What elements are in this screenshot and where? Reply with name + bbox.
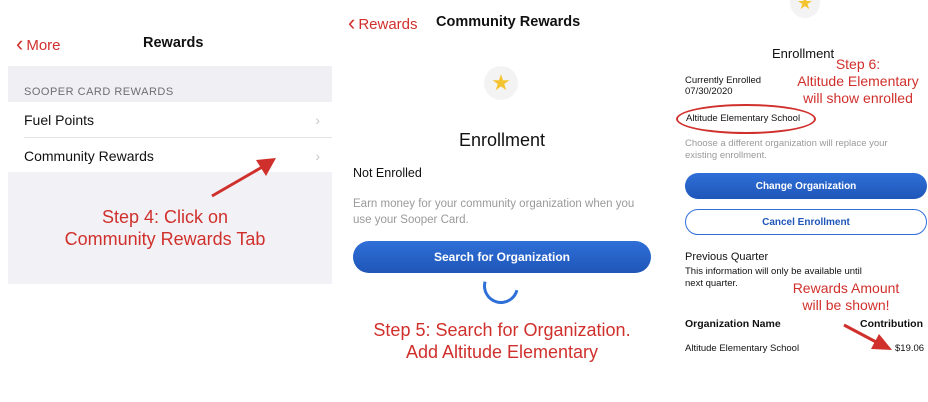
annotation-line: Add Altitude Elementary [405,342,599,362]
annotation-line: Community Rewards Tab [64,229,266,249]
back-button-rewards[interactable]: ‹ Rewards [348,10,418,35]
star-icon: ★ [484,66,518,100]
annotation-line: Step 5: Search for Organization. [373,320,631,340]
annotation-step-4: Step 4: Click on Community Rewards Tab [30,206,300,250]
annotation-arrow [211,158,276,198]
back-label: Rewards [358,15,418,33]
panel-rewards-menu: ‹ More Rewards SOOPER CARD REWARDS Fuel … [0,0,332,402]
annotation-step-5: Step 5: Search for Organization. Add Alt… [346,319,658,363]
enrollment-description: Earn money for your community organizati… [353,198,635,226]
enrollment-heading: Enrollment [458,130,546,150]
panel-enrolled: ★ Enrollment Currently Enrolled 07/30/20… [672,0,928,402]
annotation-line: Step 4: Click on [101,207,229,227]
page-title: Community Rewards [436,14,581,30]
annotation-arrow [843,323,892,350]
enrollment-status: Not Enrolled [353,166,422,180]
panel-community-rewards: ‹ Rewards Community Rewards ★ Enrollment… [336,0,668,402]
chevron-left-icon: ‹ [348,10,356,35]
